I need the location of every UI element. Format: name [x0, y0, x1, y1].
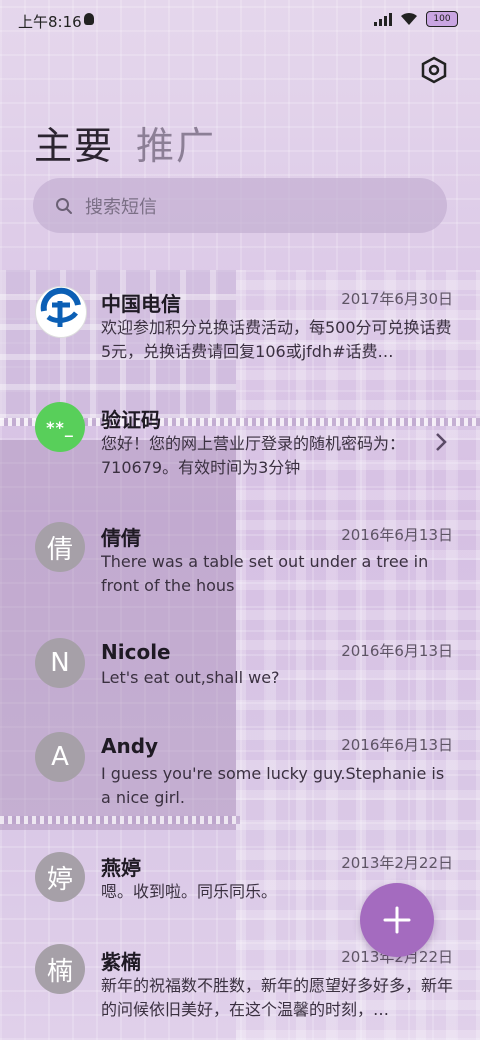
status-bar: 上午8:16 100 [0, 0, 480, 40]
message-date: 2016年6月13日 [341, 736, 453, 754]
new-message-button[interactable] [360, 883, 434, 957]
message-preview: Let's eat out,shall we? [101, 668, 280, 687]
status-time: 上午8:16 [18, 13, 82, 31]
tab-promotions[interactable]: 推广 [136, 115, 216, 170]
avatar: 楠 [35, 944, 85, 994]
contact-name: Andy [101, 734, 159, 758]
plus-icon [383, 906, 411, 934]
tab-primary[interactable]: 主要 [34, 115, 114, 170]
background-stitch [0, 816, 240, 824]
message-preview: I guess you're some lucky guy.Stephanie … [101, 764, 445, 807]
avatar: 婷 [35, 852, 85, 902]
search-placeholder: 搜索短信 [85, 196, 157, 218]
wifi-icon [401, 12, 417, 25]
message-preview: 欢迎参加积分兑换话费活动，每500分可兑换话费5元，兑换话费请回复106或jfd… [101, 318, 452, 361]
contact-name: 倩倩 [101, 526, 141, 550]
message-preview: 新年的祝福数不胜数，新年的愿望好多好多，新年的问候依旧美好，在这个温馨的时刻，… [101, 976, 453, 1019]
conversation-item[interactable]: **_ 验证码 您好！您的网上营业厅登录的随机密码为：710679。有效时间为3… [0, 402, 480, 482]
contact-name: 紫楠 [101, 950, 141, 974]
contact-name: 验证码 [101, 408, 161, 432]
battery-icon: 100 [426, 11, 458, 27]
avatar: A [35, 732, 85, 782]
message-date: 2017年6月30日 [341, 290, 453, 308]
contact-name: Nicole [101, 640, 171, 664]
status-indicators: 100 [374, 11, 458, 27]
conversation-item[interactable]: N Nicole 2016年6月13日 Let's eat out,shall … [0, 638, 480, 698]
message-date: 2013年2月22日 [341, 854, 453, 872]
message-preview: There was a table set out under a tree i… [101, 552, 429, 595]
signal-icon [374, 12, 392, 26]
conversation-item[interactable]: A Andy 2016年6月13日 I guess you're some lu… [0, 732, 480, 812]
contact-name: 燕婷 [101, 856, 141, 880]
telecom-logo-icon [35, 286, 87, 338]
message-preview: 您好！您的网上营业厅登录的随机密码为：710679。有效时间为3分钟 [101, 434, 406, 477]
settings-button[interactable] [418, 54, 450, 86]
avatar: N [35, 638, 85, 688]
search-input[interactable]: 搜索短信 [33, 178, 447, 233]
notification-icon [84, 13, 94, 25]
message-date: 2016年6月13日 [341, 526, 453, 544]
search-icon [56, 197, 72, 214]
settings-icon [421, 56, 447, 84]
tab-bar: 主要 推广 [34, 115, 216, 170]
message-date: 2016年6月13日 [341, 642, 453, 660]
conversation-item[interactable]: 倩 倩倩 2016年6月13日 There was a table set ou… [0, 520, 480, 600]
verification-avatar: **_ [35, 402, 85, 452]
conversation-item[interactable]: 楠 紫楠 2013年2月22日 新年的祝福数不胜数，新年的愿望好多好多，新年的问… [0, 944, 480, 1024]
conversation-item[interactable]: 中国电信 2017年6月30日 欢迎参加积分兑换话费活动，每500分可兑换话费5… [0, 284, 480, 384]
avatar: 倩 [35, 522, 85, 572]
contact-name: 中国电信 [101, 292, 181, 316]
chevron-right-icon[interactable] [434, 432, 448, 452]
